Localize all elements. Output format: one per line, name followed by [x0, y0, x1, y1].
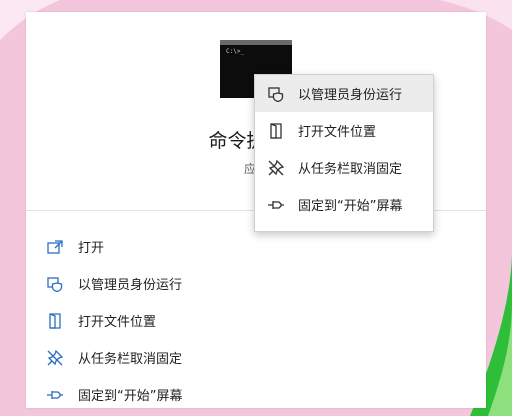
action-label: 打开 [78, 241, 105, 256]
action-label: 打开文件位置 [78, 315, 157, 330]
action-label: 以管理员身份运行 [78, 278, 183, 293]
context-menu-item-label: 固定到“开始”屏幕 [298, 199, 403, 214]
context-menu-item-run-as-admin[interactable]: 以管理员身份运行 [255, 75, 433, 112]
app-actions-list: 打开 以管理员身份运行 打开文件位置 从任务栏取消固定 固定到“开始”屏幕 [26, 228, 486, 413]
context-menu-item-label: 打开文件位置 [298, 125, 377, 140]
context-menu-item-unpin-from-taskbar[interactable]: 从任务栏取消固定 [255, 149, 433, 186]
action-open-file-location[interactable]: 打开文件位置 [26, 302, 486, 339]
unpin-icon [44, 349, 66, 367]
shield-icon [266, 85, 286, 103]
context-menu-item-open-file-location[interactable]: 打开文件位置 [255, 112, 433, 149]
context-menu: 以管理员身份运行 打开文件位置 从任务栏取消固定 固定到“开始”屏幕 [254, 74, 434, 232]
unpin-icon [266, 159, 286, 177]
folder-icon [266, 122, 286, 140]
action-unpin-from-taskbar[interactable]: 从任务栏取消固定 [26, 339, 486, 376]
shield-icon [44, 275, 66, 293]
context-menu-item-label: 以管理员身份运行 [298, 88, 403, 103]
folder-icon [44, 312, 66, 330]
action-pin-to-start[interactable]: 固定到“开始”屏幕 [26, 376, 486, 413]
pin-icon [266, 196, 286, 214]
pin-icon [44, 386, 66, 404]
open-icon [44, 238, 66, 256]
action-label: 从任务栏取消固定 [78, 352, 183, 367]
context-menu-item-pin-to-start[interactable]: 固定到“开始”屏幕 [255, 186, 433, 223]
action-open[interactable]: 打开 [26, 228, 486, 265]
action-label: 固定到“开始”屏幕 [78, 389, 183, 404]
action-run-as-admin[interactable]: 以管理员身份运行 [26, 265, 486, 302]
app-icon-prompt-text: C:\>_ [226, 48, 245, 55]
context-menu-item-label: 从任务栏取消固定 [298, 162, 403, 177]
